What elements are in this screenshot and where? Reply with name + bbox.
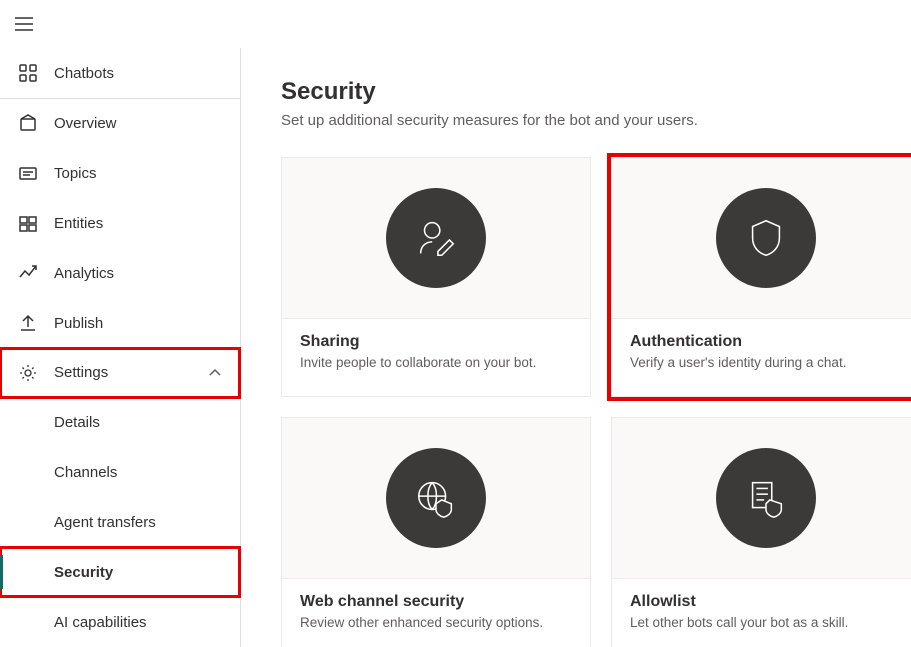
card-desc: Review other enhanced security options. <box>300 615 572 630</box>
card-title: Sharing <box>300 333 572 351</box>
sidebar-item-chatbots[interactable]: Chatbots <box>0 48 240 98</box>
sidebar-item-label: Entities <box>54 215 103 232</box>
card-icon-area <box>612 418 911 578</box>
main-content: Security Set up additional security meas… <box>241 48 911 647</box>
grid-icon <box>18 63 38 83</box>
card-web-channel-security[interactable]: Web channel security Review other enhanc… <box>281 417 591 647</box>
card-title: Web channel security <box>300 593 572 611</box>
entities-icon <box>18 214 38 234</box>
card-desc: Verify a user's identity during a chat. <box>630 355 902 370</box>
shield-icon <box>716 188 816 288</box>
user-edit-icon <box>386 188 486 288</box>
card-icon-area <box>282 418 590 578</box>
sidebar-item-overview[interactable]: Overview <box>0 99 240 149</box>
card-sharing[interactable]: Sharing Invite people to collaborate on … <box>281 157 591 397</box>
card-title: Authentication <box>630 333 902 351</box>
sidebar-item-label: Topics <box>54 165 97 182</box>
page-title: Security <box>281 78 911 106</box>
sidebar-item-label: Overview <box>54 115 117 132</box>
sidebar: Chatbots Overview Topics Entities <box>0 48 241 647</box>
card-allowlist[interactable]: Allowlist Let other bots call your bot a… <box>611 417 911 647</box>
globe-shield-icon <box>386 448 486 548</box>
sidebar-item-label: Analytics <box>54 265 114 282</box>
topics-icon <box>18 164 38 184</box>
list-shield-icon <box>716 448 816 548</box>
sidebar-item-label: Chatbots <box>54 65 114 82</box>
sidebar-item-label: Details <box>54 414 100 431</box>
sidebar-subitem-agent-transfers[interactable]: Agent transfers <box>0 498 240 548</box>
sidebar-item-publish[interactable]: Publish <box>0 298 240 348</box>
sidebar-item-settings[interactable]: Settings <box>0 348 240 398</box>
publish-icon <box>18 313 38 333</box>
sidebar-item-entities[interactable]: Entities <box>0 199 240 249</box>
home-icon <box>18 114 38 134</box>
sidebar-item-label: Settings <box>54 364 108 381</box>
page-subtitle: Set up additional security measures for … <box>281 112 911 129</box>
card-icon-area <box>612 158 911 318</box>
hamburger-menu[interactable] <box>14 14 34 34</box>
sidebar-item-analytics[interactable]: Analytics <box>0 248 240 298</box>
sidebar-subitem-channels[interactable]: Channels <box>0 448 240 498</box>
card-title: Allowlist <box>630 593 902 611</box>
cards-grid: Sharing Invite people to collaborate on … <box>281 157 911 647</box>
chevron-up-icon <box>208 366 222 380</box>
sidebar-item-topics[interactable]: Topics <box>0 149 240 199</box>
gear-icon <box>18 363 38 383</box>
sidebar-subitem-ai-capabilities[interactable]: AI capabilities <box>0 597 240 647</box>
card-desc: Let other bots call your bot as a skill. <box>630 615 902 630</box>
sidebar-item-label: Security <box>54 564 113 581</box>
card-desc: Invite people to collaborate on your bot… <box>300 355 572 370</box>
sidebar-item-label: Publish <box>54 315 103 332</box>
card-authentication[interactable]: Authentication Verify a user's identity … <box>611 157 911 397</box>
analytics-icon <box>18 263 38 283</box>
sidebar-subitem-security[interactable]: Security <box>0 547 240 597</box>
sidebar-subitem-details[interactable]: Details <box>0 398 240 448</box>
sidebar-item-label: Agent transfers <box>54 514 156 531</box>
sidebar-item-label: Channels <box>54 464 117 481</box>
card-icon-area <box>282 158 590 318</box>
sidebar-item-label: AI capabilities <box>54 614 147 631</box>
